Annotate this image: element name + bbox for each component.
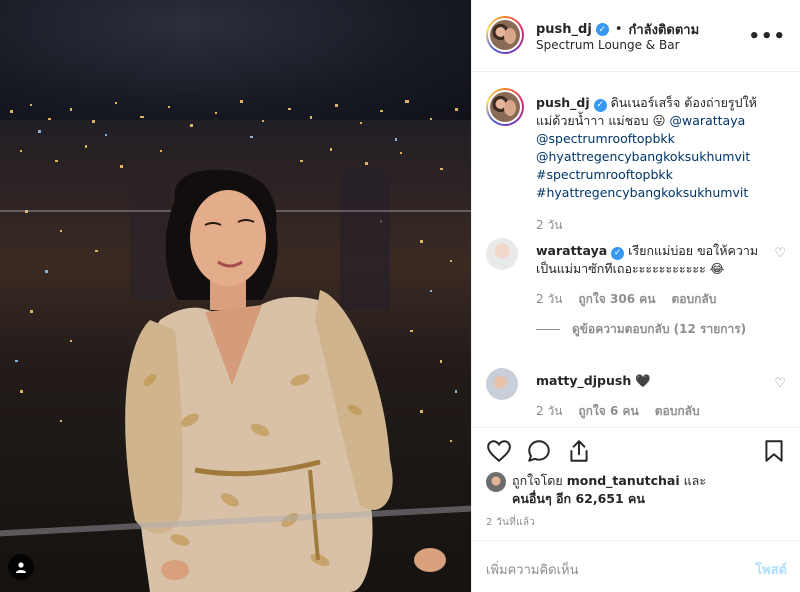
likes-others-link[interactable]: คนอื่นๆ อีก 62,651 คน [512,491,645,506]
comment-bubble-icon[interactable] [526,438,552,464]
liker-avatar[interactable] [486,472,506,492]
commenter-avatar[interactable] [486,238,518,270]
comments-section: push_dj ✓ ดินเนอร์เสร็จ ต้องถ่ายรูปให้แม่ด… [472,72,800,427]
likes-prefix: ถูกใจโดย [512,473,567,488]
comment-like-heart-icon[interactable]: ♡ [774,376,786,391]
commenter-username[interactable]: warattaya [536,243,607,258]
reply-button[interactable]: ตอบกลับ [671,290,716,308]
post-timestamp[interactable]: 2 วันที่แล้ว [486,515,535,530]
verified-badge-icon: ✓ [611,246,625,260]
add-comment-bar: เพิ่มความคิดเห็น โพสต์ [472,540,800,592]
mention-link[interactable]: @warattaya [670,113,746,128]
mention-link[interactable]: @spectrumrooftopbkk [536,131,675,146]
post-comment-button[interactable]: โพสต์ [755,559,787,580]
comment-time[interactable]: 2 วัน [536,402,562,420]
commenter-avatar[interactable] [486,368,518,400]
post-side-panel: push_dj ✓ • กำลังติดตาม Spectrum Lounge … [471,0,800,592]
comment-input[interactable]: เพิ่มความคิดเห็น [486,559,579,580]
comment-likes[interactable]: ถูกใจ 6 คน [578,402,638,420]
author-username[interactable]: push_dj [536,22,592,37]
caption-avatar[interactable] [486,88,524,126]
replies-divider [536,328,560,330]
separator-dot: • [614,22,623,37]
author-avatar[interactable] [486,16,524,54]
person-figure [125,169,446,592]
following-button[interactable]: กำลังติดตาม [629,19,700,40]
commenter-username[interactable]: matty_djpush [536,373,631,388]
caption-time[interactable]: 2 วัน [536,216,562,234]
comment-like-heart-icon[interactable]: ♡ [774,246,786,261]
mention-link[interactable]: @hyattregencybangkoksukhumvit [536,149,750,164]
comment-meta: 2 วัน ถูกใจ 6 คน ตอบกลับ [536,402,766,420]
share-icon[interactable] [566,438,592,464]
comment-meta: 2 วัน ถูกใจ 306 คน ตอบกลับ [536,290,766,308]
user-tag-icon[interactable] [8,554,34,580]
verified-badge-icon: ✓ [595,23,609,36]
verified-badge-icon: ✓ [593,98,607,112]
post-header: push_dj ✓ • กำลังติดตาม Spectrum Lounge … [472,0,800,72]
hashtag-link[interactable]: #hyattregencybangkoksukhumvit [536,185,748,200]
action-bar [472,427,800,472]
bookmark-icon[interactable] [761,438,787,464]
likes-summary: ถูกใจโดย mond_tanutchai และ คนอื่นๆ อีก … [486,472,786,508]
like-heart-icon[interactable] [486,438,512,464]
caption-username[interactable]: push_dj [536,95,590,110]
hashtag-link[interactable]: #spectrumrooftopbkk [536,167,673,182]
view-replies-label: ดูข้อความตอบกลับ (12 รายการ) [572,322,747,336]
comment-time[interactable]: 2 วัน [536,290,562,308]
liker-username[interactable]: mond_tanutchai [567,473,680,488]
location-link[interactable]: Spectrum Lounge & Bar [536,38,680,52]
comment-text: 🖤 [635,373,651,388]
comment-likes[interactable]: ถูกใจ 306 คน [578,290,655,308]
reply-button[interactable]: ตอบกลับ [655,402,700,420]
post-photo[interactable] [0,0,471,592]
likes-middle: และ [679,473,707,488]
more-options-icon[interactable]: ••• [748,26,786,47]
view-replies-button[interactable]: ดูข้อความตอบกลับ (12 รายการ) [536,320,766,338]
caption-meta: 2 วัน [536,216,766,234]
